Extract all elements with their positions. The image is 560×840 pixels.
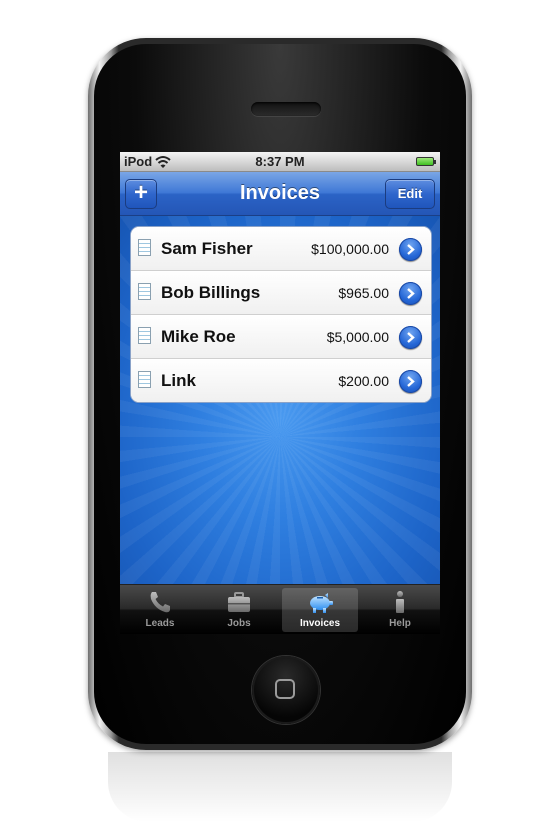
tab-leads[interactable]: Leads xyxy=(122,588,198,632)
tab-invoices[interactable]: Invoices xyxy=(282,588,358,632)
tab-label: Leads xyxy=(145,618,175,629)
detail-disclosure-button[interactable] xyxy=(399,238,422,261)
tab-label: Invoices xyxy=(299,618,341,629)
navigation-bar: + Invoices Edit xyxy=(120,172,440,216)
invoice-row[interactable]: Mike Roe $5,000.00 xyxy=(131,315,431,359)
invoice-list-background: Sam Fisher $100,000.00 Bob Billings $965… xyxy=(120,216,440,584)
chevron-right-icon xyxy=(407,288,415,299)
document-icon xyxy=(138,327,151,344)
edit-button[interactable]: Edit xyxy=(385,179,435,209)
chevron-right-icon xyxy=(407,332,415,343)
tab-help[interactable]: Help xyxy=(362,588,438,632)
document-icon xyxy=(138,239,151,256)
detail-disclosure-button[interactable] xyxy=(399,370,422,393)
invoice-list: Sam Fisher $100,000.00 Bob Billings $965… xyxy=(130,226,432,403)
battery-icon xyxy=(416,157,436,166)
client-name: Bob Billings xyxy=(161,283,261,302)
invoice-row[interactable]: Link $200.00 xyxy=(131,359,431,402)
phone-icon xyxy=(150,592,170,613)
chevron-right-icon xyxy=(407,244,415,255)
detail-disclosure-button[interactable] xyxy=(399,326,422,349)
document-icon xyxy=(138,283,151,300)
client-name: Link xyxy=(161,371,196,390)
chevron-right-icon xyxy=(407,376,415,387)
client-name: Mike Roe xyxy=(161,327,236,346)
status-time: 8:37 PM xyxy=(255,154,305,169)
invoice-row[interactable]: Sam Fisher $100,000.00 xyxy=(131,227,431,271)
tab-label: Help xyxy=(389,618,411,629)
tab-jobs[interactable]: Jobs xyxy=(201,588,277,632)
screen: iPod 8:37 PM + Invoices Edit Sam Fisher … xyxy=(120,152,440,634)
detail-disclosure-button[interactable] xyxy=(399,282,422,305)
piggy-bank-icon xyxy=(310,593,333,613)
status-bar: iPod 8:37 PM xyxy=(120,152,440,172)
briefcase-icon xyxy=(228,592,250,612)
document-icon xyxy=(138,371,151,388)
home-square-icon xyxy=(275,679,295,699)
client-name: Sam Fisher xyxy=(161,239,253,258)
tab-bar: Leads Jobs Invoices Help xyxy=(120,584,440,634)
earpiece-speaker xyxy=(251,102,321,116)
invoice-amount: $100,000.00 xyxy=(311,241,389,257)
invoice-amount: $5,000.00 xyxy=(326,329,389,345)
tab-label: Jobs xyxy=(227,618,251,629)
info-icon xyxy=(396,591,404,613)
invoice-row[interactable]: Bob Billings $965.00 xyxy=(131,271,431,315)
phone-reflection xyxy=(108,752,452,822)
invoice-amount: $200.00 xyxy=(338,373,389,389)
invoice-amount: $965.00 xyxy=(338,285,389,301)
home-button[interactable] xyxy=(252,656,320,724)
